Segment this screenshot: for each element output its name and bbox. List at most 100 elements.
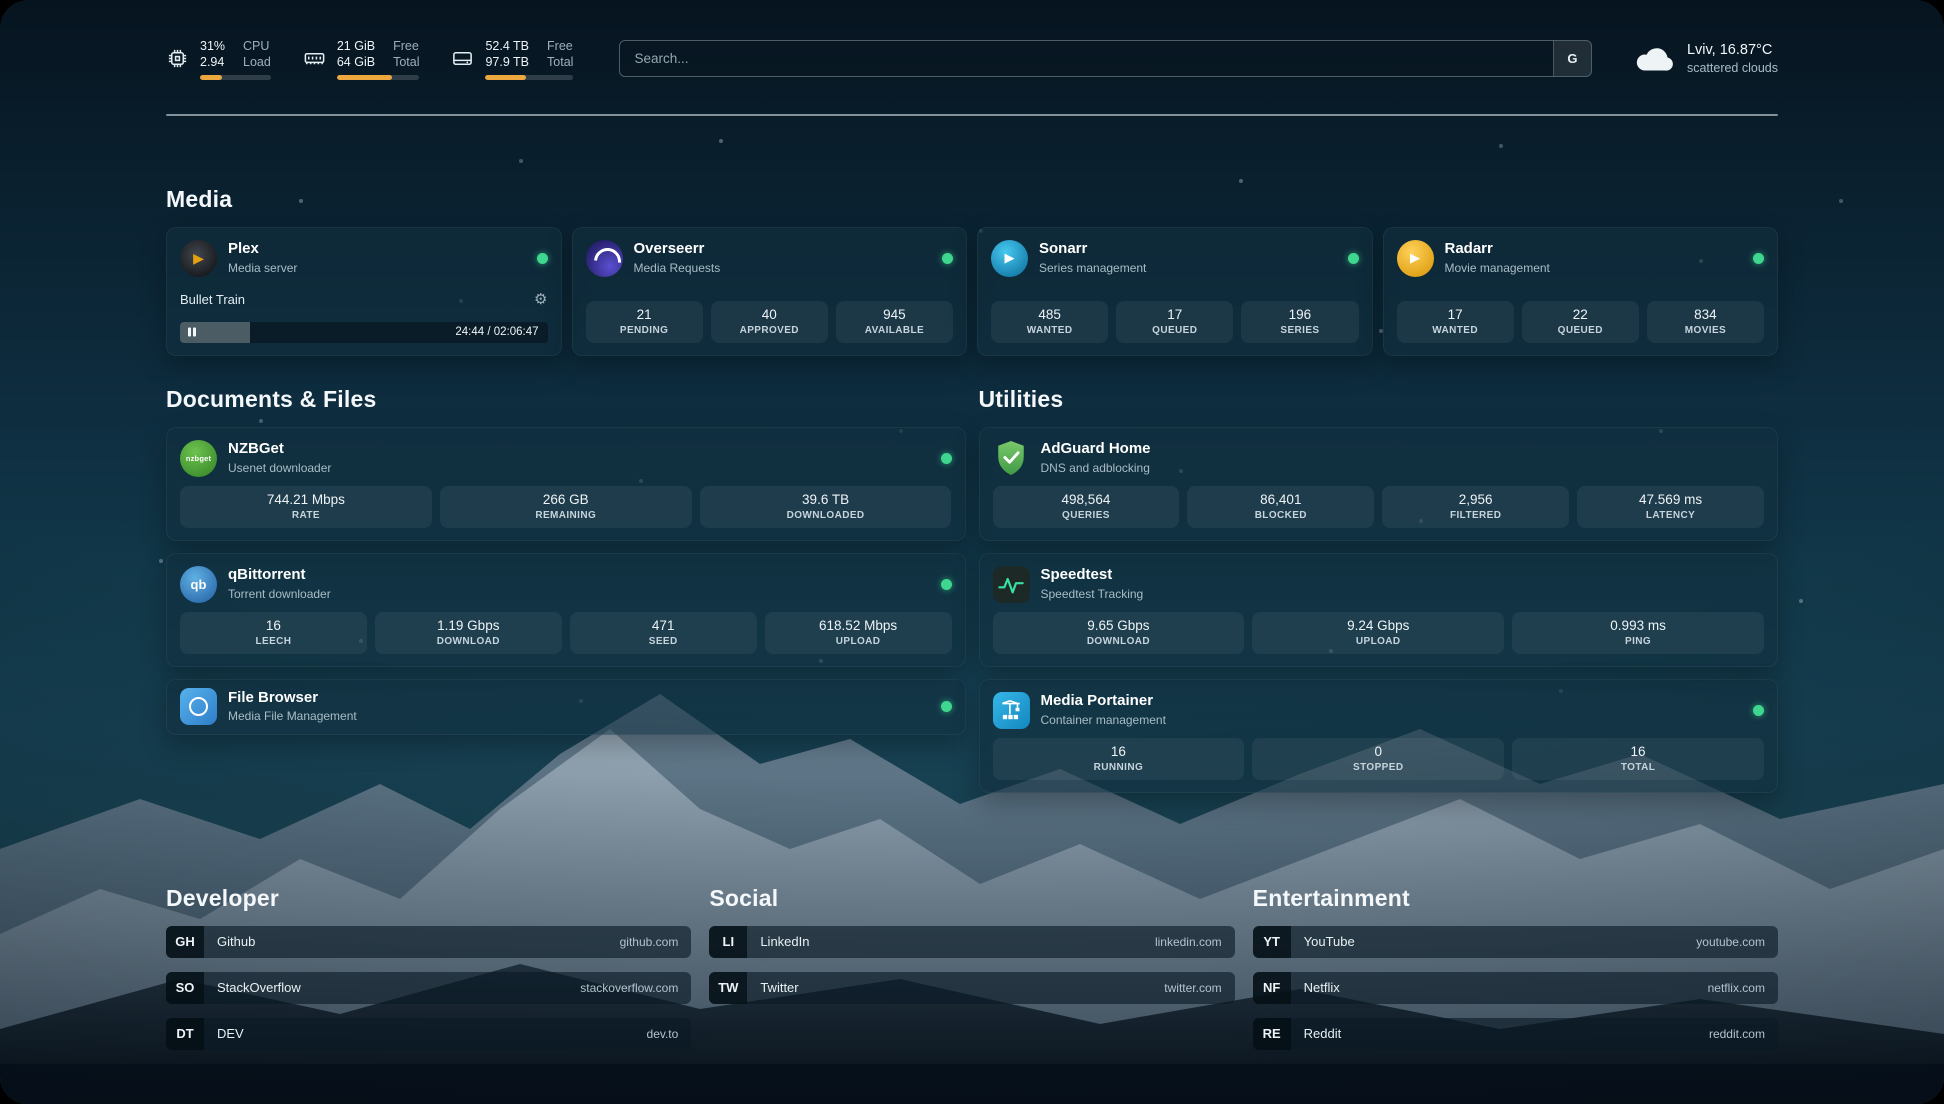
- stat-value: 16: [184, 618, 363, 633]
- stat-label: DOWNLOAD: [379, 636, 558, 647]
- plex-icon: ▶: [180, 240, 217, 277]
- stat-tile: 485 WANTED: [991, 301, 1108, 343]
- radarr-icon: ▶: [1397, 240, 1434, 277]
- stat-value: 21: [590, 307, 699, 322]
- ram-icon: [303, 47, 326, 70]
- app-card-filebrowser[interactable]: File Browser Media File Management: [166, 679, 966, 735]
- stat-value: 266 GB: [444, 492, 688, 507]
- bookmark-group-entertainment: Entertainment YT YouTube youtube.com NF …: [1253, 885, 1778, 1050]
- bookmark-url: github.com: [620, 935, 679, 949]
- search-input[interactable]: [619, 40, 1592, 77]
- app-name: Media Portainer: [1041, 692, 1166, 711]
- status-dot: [537, 253, 548, 264]
- filebrowser-icon: [180, 688, 217, 725]
- search-bar: G: [619, 40, 1592, 77]
- disk-usage-bar: [485, 75, 573, 80]
- bookmark-stackoverflow[interactable]: SO StackOverflow stackoverflow.com: [166, 972, 691, 1004]
- app-card-speedtest[interactable]: Speedtest Speedtest Tracking 9.65 Gbps D…: [979, 553, 1779, 667]
- stat-label: REMAINING: [444, 510, 688, 521]
- app-card-qbittorrent[interactable]: qb qBittorrent Torrent downloader 16 LEE…: [166, 553, 966, 667]
- app-card-portainer[interactable]: Media Portainer Container management 16 …: [979, 679, 1779, 793]
- app-description: Media File Management: [228, 709, 357, 724]
- cpu-metric: 31% 2.94 CPU Load: [166, 38, 271, 80]
- stat-value: 86,401: [1191, 492, 1370, 507]
- app-card-adguard[interactable]: AdGuard Home DNS and adblocking 498,564 …: [979, 427, 1779, 541]
- disk-metric: 52.4 TB 97.9 TB Free Total: [451, 38, 573, 80]
- stat-label: WANTED: [995, 325, 1104, 336]
- stat-label: DOWNLOAD: [997, 636, 1241, 647]
- stat-label: QUERIES: [997, 510, 1176, 521]
- bookmark-netflix[interactable]: NF Netflix netflix.com: [1253, 972, 1778, 1004]
- status-dot: [941, 701, 952, 712]
- bookmark-abbr: YT: [1253, 926, 1291, 958]
- bookmark-abbr: DT: [166, 1018, 204, 1050]
- bookmark-dev[interactable]: DT DEV dev.to: [166, 1018, 691, 1050]
- header-divider: [166, 114, 1778, 116]
- search-engine-button[interactable]: G: [1553, 41, 1591, 76]
- section-documents-files: Documents & Files nzbget NZBGet Usenet d…: [166, 386, 966, 735]
- stat-label: RATE: [184, 510, 428, 521]
- now-playing-title: Bullet Train: [180, 292, 245, 307]
- app-card-plex[interactable]: ▶ Plex Media server Bullet Train ⚙ 24:44…: [166, 227, 562, 356]
- stat-label: TOTAL: [1516, 762, 1760, 773]
- app-card-nzbget[interactable]: nzbget NZBGet Usenet downloader 744.21 M…: [166, 427, 966, 541]
- bookmark-linkedin[interactable]: LI LinkedIn linkedin.com: [709, 926, 1234, 958]
- stat-tile: 9.65 Gbps DOWNLOAD: [993, 612, 1245, 654]
- stat-tile: 196 SERIES: [1241, 301, 1358, 343]
- app-name: Radarr: [1445, 240, 1550, 259]
- bookmark-abbr: TW: [709, 972, 747, 1004]
- app-description: Series management: [1039, 261, 1146, 276]
- media-grid: ▶ Plex Media server Bullet Train ⚙ 24:44…: [166, 227, 1778, 356]
- stat-tile: 16 RUNNING: [993, 738, 1245, 780]
- bookmark-abbr: LI: [709, 926, 747, 958]
- stat-label: LATENCY: [1581, 510, 1760, 521]
- stat-label: AVAILABLE: [840, 325, 949, 336]
- stat-value: 16: [1516, 744, 1760, 759]
- app-card-overseerr[interactable]: Overseerr Media Requests 21 PENDING 40 A…: [572, 227, 968, 356]
- bookmark-name: Twitter: [760, 980, 798, 995]
- stat-tile: 47.569 ms LATENCY: [1577, 486, 1764, 528]
- bookmark-twitter[interactable]: TW Twitter twitter.com: [709, 972, 1234, 1004]
- speedtest-icon: [993, 566, 1030, 603]
- stat-label: SEED: [574, 636, 753, 647]
- disk-total-label: Total: [547, 54, 573, 70]
- ram-metric: 21 GiB 64 GiB Free Total: [303, 38, 420, 80]
- status-dot: [941, 579, 952, 590]
- app-card-sonarr[interactable]: ▶ Sonarr Series management 485 WANTED 17…: [977, 227, 1373, 356]
- bookmark-url: linkedin.com: [1155, 935, 1222, 949]
- settings-gear-icon[interactable]: ⚙: [534, 292, 547, 307]
- weather-location: Lviv, 16.87°C: [1687, 41, 1778, 61]
- pause-icon[interactable]: [188, 328, 196, 337]
- stat-value: 498,564: [997, 492, 1176, 507]
- bookmark-url: reddit.com: [1709, 1027, 1765, 1041]
- app-card-radarr[interactable]: ▶ Radarr Movie management 17 WANTED 22 Q…: [1383, 227, 1779, 356]
- bookmark-abbr: SO: [166, 972, 204, 1004]
- app-name: File Browser: [228, 689, 357, 708]
- bookmark-youtube[interactable]: YT YouTube youtube.com: [1253, 926, 1778, 958]
- section-utilities: Utilities: [979, 386, 1779, 793]
- app-name: qBittorrent: [228, 566, 331, 585]
- ram-total-label: Total: [393, 54, 419, 70]
- system-stats-bar: 31% 2.94 CPU Load: [166, 38, 1778, 80]
- stat-label: QUEUED: [1526, 325, 1635, 336]
- stat-tile: 40 APPROVED: [711, 301, 828, 343]
- stat-tile: 471 SEED: [570, 612, 757, 654]
- ram-total-value: 64 GiB: [337, 54, 375, 70]
- app-name: AdGuard Home: [1041, 440, 1151, 459]
- bookmark-name: DEV: [217, 1026, 244, 1041]
- app-description: Media Requests: [634, 261, 721, 276]
- section-title-utilities: Utilities: [979, 386, 1779, 413]
- playback-time: 24:44 / 02:06:47: [455, 322, 538, 343]
- stat-label: FILTERED: [1386, 510, 1565, 521]
- stat-value: 2,956: [1386, 492, 1565, 507]
- weather-cloud-icon: [1634, 44, 1674, 73]
- bookmark-reddit[interactable]: RE Reddit reddit.com: [1253, 1018, 1778, 1050]
- stat-value: 22: [1526, 307, 1635, 322]
- stat-label: MOVIES: [1651, 325, 1760, 336]
- section-title-media: Media: [166, 186, 1778, 213]
- stat-value: 16: [997, 744, 1241, 759]
- app-name: Plex: [228, 240, 297, 259]
- disk-free-value: 52.4 TB: [485, 38, 529, 54]
- bookmark-github[interactable]: GH Github github.com: [166, 926, 691, 958]
- bookmark-name: Netflix: [1304, 980, 1340, 995]
